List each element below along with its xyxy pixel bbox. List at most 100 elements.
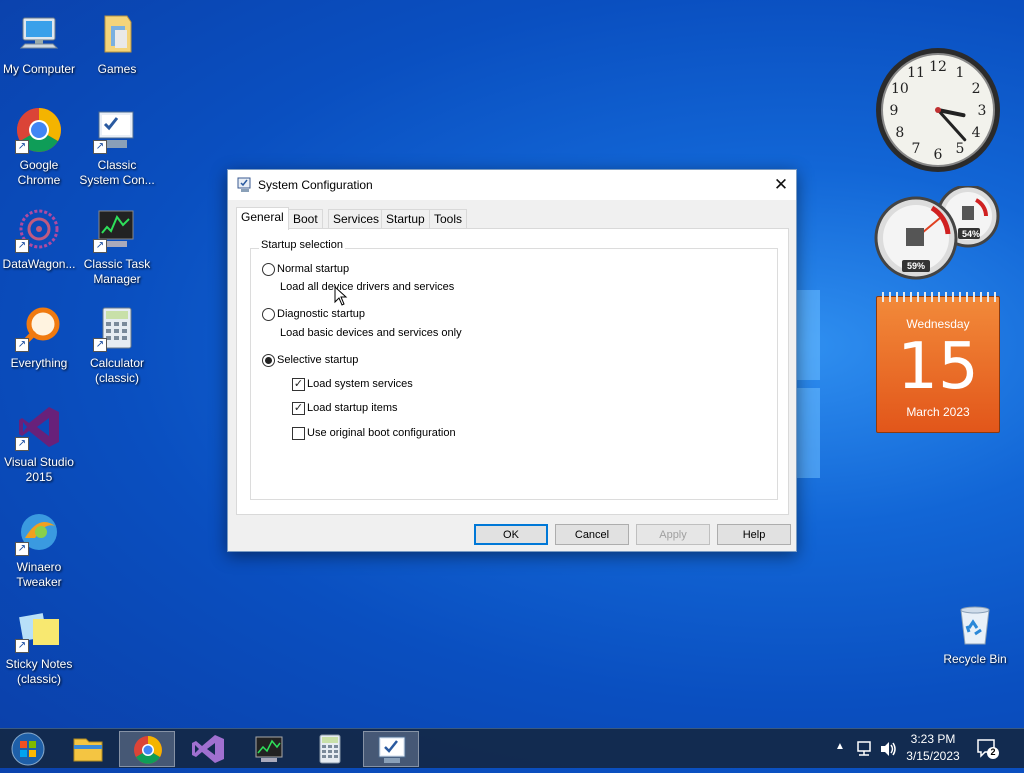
datawagon-icon: ↗ xyxy=(15,205,63,253)
desktop-icon-label: DataWagon... xyxy=(2,257,76,271)
taskbar-clock-time[interactable]: 3:23 PM xyxy=(900,732,966,746)
desktop-icon-everything[interactable]: ↗ Everything xyxy=(0,304,78,371)
desktop-icon-google-chrome[interactable]: ↗ Google Chrome xyxy=(0,106,78,188)
taskbar-visual-studio[interactable] xyxy=(180,731,236,767)
selective-startup-label[interactable]: Selective startup xyxy=(277,354,358,366)
shortcut-arrow-icon: ↗ xyxy=(15,239,29,253)
desktop-icon-label: Classic Task Manager xyxy=(83,257,151,286)
desktop-icon-my-computer[interactable]: My Computer xyxy=(0,10,78,77)
system-config-icon: ↗ xyxy=(93,106,141,154)
desktop-icon-calculator[interactable]: ↗ Calculator (classic) xyxy=(78,304,156,386)
selective-startup-radio[interactable] xyxy=(262,354,275,367)
calendar-weekday: Wednesday xyxy=(906,317,970,331)
desktop-icon-label: Classic System Con... xyxy=(79,158,155,187)
calendar-gadget[interactable]: Wednesday 15 March 2023 xyxy=(876,292,1000,433)
normal-startup-description: Load all device drivers and services xyxy=(280,281,455,293)
folder-icon xyxy=(93,10,141,58)
normal-startup-label[interactable]: Normal startup xyxy=(277,263,349,275)
clock-numeral: 8 xyxy=(895,125,904,141)
clock-numeral: 1 xyxy=(956,65,965,81)
desktop-icon-label: Winaero Tweaker xyxy=(16,560,62,589)
load-startup-items-checkbox[interactable]: ✓ xyxy=(292,402,305,415)
start-button[interactable] xyxy=(0,731,56,767)
diagnostic-startup-radio[interactable] xyxy=(262,308,275,321)
system-configuration-dialog: System Configuration ✕ General Boot Serv… xyxy=(227,169,797,552)
tab-tools[interactable]: Tools xyxy=(429,209,468,229)
tab-startup[interactable]: Startup xyxy=(381,209,430,229)
apply-button[interactable]: Apply xyxy=(636,524,710,545)
show-hidden-icons-button[interactable]: ▲ xyxy=(833,741,847,752)
general-tab-panel: Startup selection Normal startup Load al… xyxy=(236,228,789,515)
memory-usage-value: 54% xyxy=(961,229,980,239)
desktop-icon-visual-studio[interactable]: ↗ Visual Studio 2015 xyxy=(0,403,78,485)
shortcut-arrow-icon: ↗ xyxy=(93,338,107,352)
desktop-icon-label: Calculator (classic) xyxy=(89,356,145,385)
cpu-meter-gadget[interactable]: 54% 59% xyxy=(874,184,1002,282)
dialog-titlebar[interactable]: System Configuration ✕ xyxy=(228,170,796,200)
mouse-pointer-icon xyxy=(334,285,348,306)
desktop-icon-classic-task-manager[interactable]: ↗ Classic Task Manager xyxy=(78,205,156,287)
tab-general[interactable]: General xyxy=(236,207,289,230)
desktop-icon-games[interactable]: Games xyxy=(78,10,156,77)
shortcut-arrow-icon: ↗ xyxy=(93,239,107,253)
diagnostic-startup-label[interactable]: Diagnostic startup xyxy=(277,308,365,320)
use-original-boot-config-label[interactable]: Use original boot configuration xyxy=(307,427,456,439)
clock-numeral: 4 xyxy=(972,125,981,141)
tab-services[interactable]: Services xyxy=(328,209,385,229)
shortcut-arrow-icon: ↗ xyxy=(15,542,29,556)
close-button[interactable]: ✕ xyxy=(766,170,796,200)
wallpaper-logo xyxy=(790,290,850,490)
load-startup-items-label[interactable]: Load startup items xyxy=(307,402,398,414)
clock-numeral: 12 xyxy=(929,59,947,75)
shortcut-arrow-icon: ↗ xyxy=(15,437,29,451)
chrome-icon: ↗ xyxy=(15,106,63,154)
taskbar-system-configuration[interactable] xyxy=(363,731,419,767)
ok-button[interactable]: OK xyxy=(474,524,548,545)
clock-numeral: 6 xyxy=(934,147,943,163)
visual-studio-icon: ↗ xyxy=(15,403,63,451)
desktop-icon-sticky-notes[interactable]: ↗ Sticky Notes (classic) xyxy=(0,605,78,687)
desktop-icon-label: Google Chrome xyxy=(17,158,61,187)
volume-icon[interactable] xyxy=(878,739,898,759)
taskbar-google-chrome[interactable] xyxy=(119,731,175,767)
load-system-services-checkbox[interactable]: ✓ xyxy=(292,378,305,391)
computer-icon xyxy=(15,10,63,58)
clock-numeral: 9 xyxy=(890,103,899,119)
clock-numeral: 10 xyxy=(891,81,909,97)
desktop-icon-winaero-tweaker[interactable]: ↗ Winaero Tweaker xyxy=(0,508,78,590)
taskbar-calculator[interactable] xyxy=(302,731,358,767)
taskbar-clock-date[interactable]: 3/15/2023 xyxy=(900,749,966,763)
task-manager-icon: ↗ xyxy=(93,205,141,253)
use-original-boot-config-checkbox[interactable] xyxy=(292,427,305,440)
desktop-icon-classic-system-config[interactable]: ↗ Classic System Con... xyxy=(78,106,156,188)
clock-numeral: 7 xyxy=(912,141,921,157)
network-icon[interactable] xyxy=(855,739,875,759)
taskbar: ▲ 3:23 PM 3/15/2023 2 xyxy=(0,728,1024,768)
clock-numeral: 2 xyxy=(972,81,981,97)
clock-gadget[interactable]: 12 1 2 3 4 5 6 7 8 9 10 11 xyxy=(874,46,1002,174)
recycle-bin-icon xyxy=(951,600,999,648)
help-button[interactable]: Help xyxy=(717,524,791,545)
shortcut-arrow-icon: ↗ xyxy=(93,140,107,154)
system-config-icon xyxy=(237,177,253,193)
notification-center-icon[interactable]: 2 xyxy=(975,737,1001,761)
shortcut-arrow-icon: ↗ xyxy=(15,140,29,154)
cancel-button[interactable]: Cancel xyxy=(555,524,629,545)
taskbar-task-manager[interactable] xyxy=(241,731,297,767)
desktop-icon-datawagon[interactable]: ↗ DataWagon... xyxy=(0,205,78,272)
normal-startup-radio[interactable] xyxy=(262,263,275,276)
desktop-icon-label: Recycle Bin xyxy=(943,652,1007,666)
desktop-icon-label: Everything xyxy=(10,356,68,370)
tab-boot[interactable]: Boot xyxy=(288,209,323,229)
cpu-usage-value: 59% xyxy=(906,261,925,271)
clock-numeral: 11 xyxy=(907,65,925,81)
taskbar-file-explorer[interactable] xyxy=(60,731,116,767)
calendar-day: 15 xyxy=(897,330,979,404)
dialog-title: System Configuration xyxy=(258,178,373,192)
desktop-icon-recycle-bin[interactable]: Recycle Bin xyxy=(936,600,1014,667)
load-system-services-label[interactable]: Load system services xyxy=(307,378,413,390)
calendar-month: March 2023 xyxy=(906,405,970,419)
sticky-notes-icon: ↗ xyxy=(15,605,63,653)
notification-count: 2 xyxy=(990,747,996,757)
diagnostic-startup-description: Load basic devices and services only xyxy=(280,327,462,339)
